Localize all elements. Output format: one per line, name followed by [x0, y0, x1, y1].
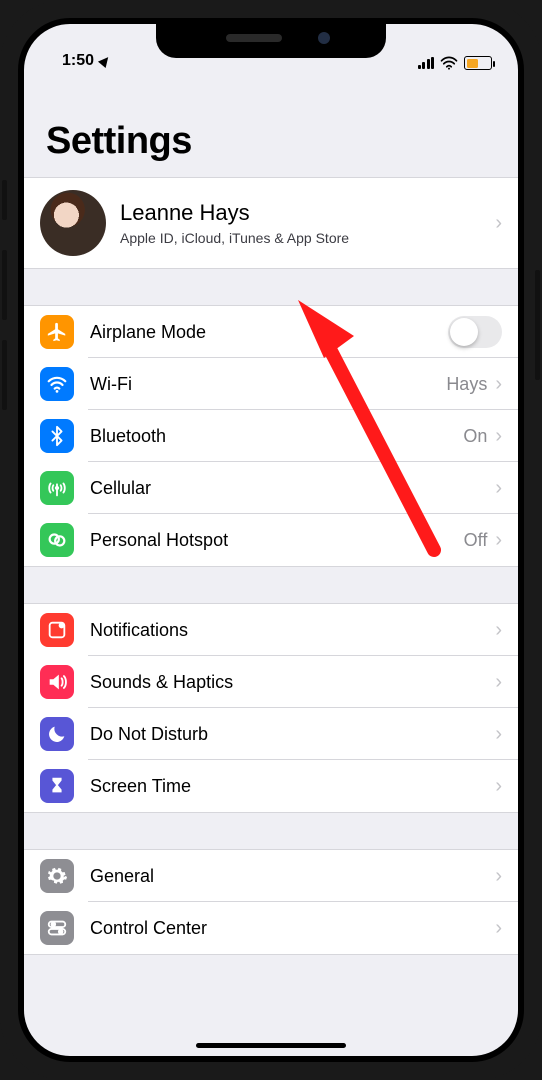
notifications-group: Notifications›Sounds & Haptics›Do Not Di… — [24, 603, 518, 813]
chevron-right-icon: › — [495, 212, 502, 235]
sounds-icon — [40, 665, 74, 699]
row-label: Notifications — [90, 620, 495, 641]
row-label: Do Not Disturb — [90, 724, 495, 745]
row-toggles[interactable]: Control Center› — [24, 902, 518, 954]
row-notifications[interactable]: Notifications› — [24, 604, 518, 656]
connectivity-group: Airplane ModeWi-FiHays›BluetoothOn›Cellu… — [24, 305, 518, 567]
chevron-right-icon: › — [495, 619, 502, 642]
row-moon[interactable]: Do Not Disturb› — [24, 708, 518, 760]
profile-name: Leanne Hays — [120, 200, 495, 226]
row-gear[interactable]: General› — [24, 850, 518, 902]
chevron-right-icon: › — [495, 671, 502, 694]
hotspot-icon — [40, 523, 74, 557]
row-label: Control Center — [90, 918, 495, 939]
wifi-status-icon — [440, 56, 458, 70]
row-hotspot[interactable]: Personal HotspotOff › — [24, 514, 518, 566]
row-label: Personal Hotspot — [90, 530, 464, 551]
avatar — [40, 190, 106, 256]
row-wifi[interactable]: Wi-FiHays › — [24, 358, 518, 410]
chevron-right-icon: › — [495, 529, 502, 552]
location-icon — [98, 54, 112, 68]
apple-id-row[interactable]: Leanne Hays Apple ID, iCloud, iTunes & A… — [24, 178, 518, 268]
row-cellular[interactable]: Cellular› — [24, 462, 518, 514]
profile-group: Leanne Hays Apple ID, iCloud, iTunes & A… — [24, 177, 518, 269]
row-label: Wi-Fi — [90, 374, 446, 395]
row-value: On — [463, 426, 487, 447]
chevron-right-icon: › — [495, 865, 502, 888]
row-label: Airplane Mode — [90, 322, 448, 343]
row-label: Bluetooth — [90, 426, 463, 447]
row-bluetooth[interactable]: BluetoothOn › — [24, 410, 518, 462]
status-time: 1:50 — [62, 52, 94, 70]
row-label: Sounds & Haptics — [90, 672, 495, 693]
row-label: General — [90, 866, 495, 887]
wifi-icon — [40, 367, 74, 401]
device-notch — [156, 24, 386, 58]
hourglass-icon — [40, 769, 74, 803]
notifications-icon — [40, 613, 74, 647]
airplane-icon — [40, 315, 74, 349]
chevron-right-icon: › — [495, 723, 502, 746]
home-indicator[interactable] — [196, 1043, 346, 1048]
row-hourglass[interactable]: Screen Time› — [24, 760, 518, 812]
row-value: Off — [464, 530, 488, 551]
toggles-icon — [40, 911, 74, 945]
bluetooth-icon — [40, 419, 74, 453]
chevron-right-icon: › — [495, 917, 502, 940]
cellular-signal-icon — [418, 57, 435, 69]
chevron-right-icon: › — [495, 425, 502, 448]
general-group: General›Control Center› — [24, 849, 518, 955]
row-airplane[interactable]: Airplane Mode — [24, 306, 518, 358]
page-title: Settings — [24, 72, 518, 177]
moon-icon — [40, 717, 74, 751]
profile-subtitle: Apple ID, iCloud, iTunes & App Store — [120, 230, 495, 246]
row-label: Screen Time — [90, 776, 495, 797]
gear-icon — [40, 859, 74, 893]
chevron-right-icon: › — [495, 373, 502, 396]
toggle-switch[interactable] — [448, 316, 502, 348]
cellular-icon — [40, 471, 74, 505]
battery-icon — [464, 56, 492, 70]
row-label: Cellular — [90, 478, 495, 499]
row-sounds[interactable]: Sounds & Haptics› — [24, 656, 518, 708]
chevron-right-icon: › — [495, 775, 502, 798]
chevron-right-icon: › — [495, 477, 502, 500]
row-value: Hays — [446, 374, 487, 395]
